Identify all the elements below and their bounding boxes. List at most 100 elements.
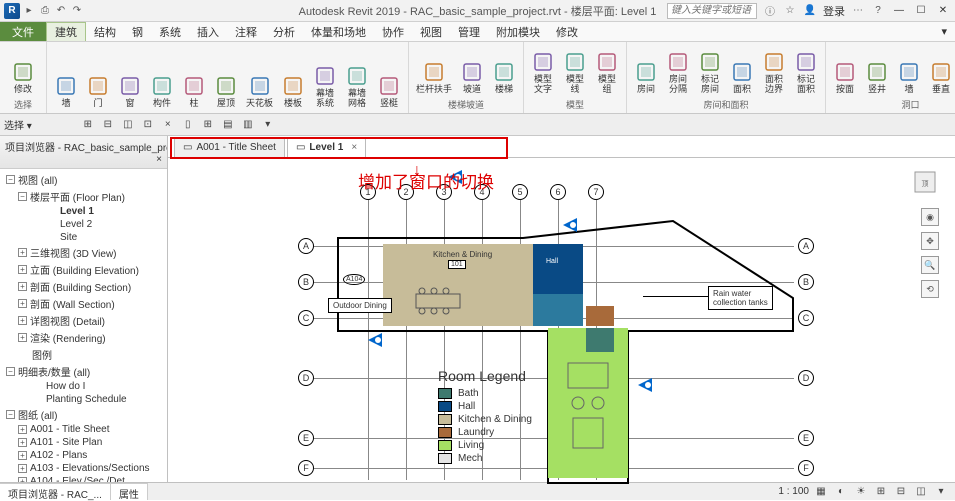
expand-icon[interactable]: +	[18, 282, 27, 291]
status-tab-properties[interactable]: 属性	[111, 483, 148, 500]
ribbon-button[interactable]: 面积	[727, 44, 757, 97]
ribbon-button[interactable]: 模型 线	[560, 44, 590, 97]
collapse-icon[interactable]: −	[18, 192, 27, 201]
status-icon-5[interactable]: ⊟	[893, 484, 909, 500]
opt-icon-7[interactable]: ⊞	[200, 117, 216, 133]
tab-manage[interactable]: 管理	[450, 22, 488, 41]
status-icon-1[interactable]: ▦	[813, 484, 829, 500]
tree-node[interactable]: −明细表/数量 (all)	[0, 363, 167, 380]
ribbon-button[interactable]: 天花板	[243, 44, 276, 111]
ribbon-button[interactable]: 房间 分隔	[663, 44, 693, 97]
tree-node[interactable]: +三维视图 (3D View)	[0, 244, 167, 261]
tree-node[interactable]: +A101 - Site Plan	[0, 436, 167, 449]
opt-icon-4[interactable]: ⊡	[140, 117, 156, 133]
qat-save-icon[interactable]: ⎙	[38, 4, 52, 18]
help-icon[interactable]: ?	[871, 4, 885, 18]
expand-icon[interactable]: +	[18, 451, 27, 460]
expand-icon[interactable]: +	[18, 299, 27, 308]
tree-node[interactable]: −图纸 (all)	[0, 406, 167, 423]
ribbon-button[interactable]: 模型 文字	[528, 44, 558, 97]
tree-node[interactable]: Planting Schedule	[0, 393, 167, 406]
expand-icon[interactable]: +	[18, 438, 27, 447]
tab-analyze[interactable]: 分析	[265, 22, 303, 41]
viewcube[interactable]: 顶	[907, 164, 943, 200]
status-icon-4[interactable]: ⊞	[873, 484, 889, 500]
tab-steel[interactable]: 钢	[124, 22, 151, 41]
expand-icon[interactable]: +	[18, 333, 27, 342]
tree-node[interactable]: +A104 - Elev./Sec./Det.	[0, 475, 167, 482]
ribbon-button[interactable]: 按面	[830, 44, 860, 97]
nav-wheel-icon[interactable]: ◉	[921, 208, 939, 226]
tree-node[interactable]: Level 2	[0, 218, 167, 231]
expand-icon[interactable]: +	[18, 477, 27, 482]
opt-icon-3[interactable]: ◫	[120, 117, 136, 133]
maximize-button[interactable]: ☐	[913, 4, 929, 18]
browser-close-icon[interactable]: ×	[156, 154, 162, 165]
opt-icon-2[interactable]: ⊟	[100, 117, 116, 133]
expand-icon[interactable]: +	[18, 425, 27, 434]
qat-undo-icon[interactable]: ↶	[54, 4, 68, 18]
tree-node[interactable]: +A103 - Elevations/Sections	[0, 462, 167, 475]
select-dropdown[interactable]: 选择 ▾	[4, 117, 32, 132]
ribbon-toggle-icon[interactable]: ▾	[933, 22, 955, 41]
ribbon-button[interactable]: 楼梯	[489, 44, 519, 97]
status-icon-3[interactable]: ☀	[853, 484, 869, 500]
ribbon-button[interactable]: 墙	[894, 44, 924, 97]
tree-node[interactable]: +剖面 (Wall Section)	[0, 295, 167, 312]
tree-node[interactable]: +渲染 (Rendering)	[0, 329, 167, 346]
opt-icon-5[interactable]: ×	[160, 117, 176, 133]
user-icon[interactable]: 👤	[803, 4, 817, 18]
ribbon-button[interactable]: 幕墙 系统	[310, 44, 340, 111]
opt-icon-8[interactable]: ▤	[220, 117, 236, 133]
tree-node[interactable]: +详图视图 (Detail)	[0, 312, 167, 329]
ribbon-button[interactable]: 墙	[51, 44, 81, 111]
tree-node[interactable]: −楼层平面 (Floor Plan)	[0, 188, 167, 205]
ribbon-button[interactable]: 标记 房间	[695, 44, 725, 97]
drawing-canvas[interactable]: 顶 ◉ ✥ 🔍 ⟲ 1234567AABBCCDDEEFFKitchen & D…	[168, 158, 955, 482]
tree-node[interactable]: +剖面 (Building Section)	[0, 278, 167, 295]
tree-node[interactable]: Level 1	[0, 205, 167, 218]
tab-systems[interactable]: 系统	[151, 22, 189, 41]
ribbon-button[interactable]: 房间	[631, 44, 661, 97]
opt-icon-1[interactable]: ⊞	[80, 117, 96, 133]
nav-zoom-icon[interactable]: 🔍	[921, 256, 939, 274]
ribbon-button[interactable]: 垂直	[926, 44, 955, 97]
status-tab-browser[interactable]: 项目浏览器 - RAC_...	[0, 483, 111, 500]
collapse-icon[interactable]: −	[6, 175, 15, 184]
ribbon-button[interactable]: 竖井	[862, 44, 892, 97]
file-menu[interactable]: 文件	[0, 22, 46, 41]
expand-icon[interactable]: +	[18, 265, 27, 274]
info-icon[interactable]: ⓘ	[763, 4, 777, 18]
qat-redo-icon[interactable]: ↷	[70, 4, 84, 18]
exchange-icon[interactable]: ⋯	[851, 4, 865, 18]
tree-node[interactable]: +立面 (Building Elevation)	[0, 261, 167, 278]
tab-collaborate[interactable]: 协作	[374, 22, 412, 41]
tab-view[interactable]: 视图	[412, 22, 450, 41]
tab-massing[interactable]: 体量和场地	[303, 22, 374, 41]
expand-icon[interactable]: +	[18, 248, 27, 257]
opt-icon-6[interactable]: ▯	[180, 117, 196, 133]
opt-icon-10[interactable]: ▾	[260, 117, 276, 133]
doc-tab-level1[interactable]: ▭ Level 1 ×	[287, 137, 366, 157]
ribbon-button[interactable]: 柱	[179, 44, 209, 111]
tree-node[interactable]: 图例	[0, 346, 167, 363]
ribbon-button[interactable]: 竖梃	[374, 44, 404, 111]
ribbon-button[interactable]: 门	[83, 44, 113, 111]
tab-insert[interactable]: 插入	[189, 22, 227, 41]
minimize-button[interactable]: —	[891, 4, 907, 18]
browser-tree[interactable]: −视图 (all)−楼层平面 (Floor Plan)Level 1Level …	[0, 169, 167, 482]
help-search-input[interactable]	[667, 3, 757, 19]
ribbon-button[interactable]: 楼板	[278, 44, 308, 111]
tab-modify[interactable]: 修改	[548, 22, 586, 41]
tab-close-icon[interactable]: ×	[351, 142, 357, 153]
expand-icon[interactable]: +	[18, 464, 27, 473]
status-icon-6[interactable]: ◫	[913, 484, 929, 500]
opt-icon-9[interactable]: ▥	[240, 117, 256, 133]
tree-node[interactable]: Site	[0, 231, 167, 244]
tab-annotate[interactable]: 注释	[227, 22, 265, 41]
ribbon-button[interactable]: 标记 面积	[791, 44, 821, 97]
close-button[interactable]: ✕	[935, 4, 951, 18]
nav-orbit-icon[interactable]: ⟲	[921, 280, 939, 298]
ribbon-button[interactable]: 屋顶	[211, 44, 241, 111]
expand-icon[interactable]: +	[18, 316, 27, 325]
